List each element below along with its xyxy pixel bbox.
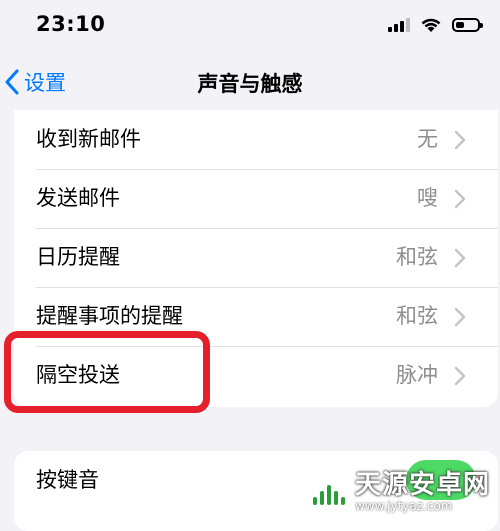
row-value: 无: [417, 127, 438, 151]
battery-icon: [452, 18, 483, 32]
chevron-right-icon: [454, 130, 466, 150]
status-icons: [388, 16, 483, 34]
highlight-box: [4, 331, 210, 413]
watermark-title: 天源安卓网: [354, 470, 490, 501]
chevron-right-icon: [454, 189, 466, 209]
row-value: 和弦: [396, 245, 438, 269]
row-value: 和弦: [396, 304, 438, 328]
row-label: 收到新邮件: [36, 127, 141, 151]
chevron-right-icon: [454, 307, 466, 327]
battery-level: [456, 22, 464, 28]
row-label: 日历提醒: [36, 245, 120, 269]
wifi-icon: [421, 18, 441, 32]
chevron-right-icon: [454, 366, 466, 386]
status-time: 23:10: [36, 12, 106, 36]
watermark-text: 天源安卓网 www.jytyaz.com: [355, 471, 490, 513]
row-value: 脉冲: [396, 363, 438, 387]
watermark-url: www.jytyaz.com: [354, 498, 453, 513]
sound-row-sent-mail[interactable]: 发送邮件 嗖: [14, 169, 498, 228]
nav-bar: 设置 声音与触感: [0, 56, 500, 108]
row-label: 发送邮件: [36, 186, 120, 210]
cellular-signal-icon: [388, 18, 410, 32]
sound-row-new-mail[interactable]: 收到新邮件 无: [14, 110, 498, 169]
row-value: 嗖: [417, 186, 438, 210]
row-label: 提醒事项的提醒: [36, 304, 183, 328]
page-title: 声音与触感: [197, 72, 303, 96]
chevron-right-icon: [454, 248, 466, 268]
row-label: 按键音: [36, 468, 99, 492]
sound-row-calendar-alerts[interactable]: 日历提醒 和弦: [14, 228, 498, 287]
watermark: 天源安卓网 www.jytyaz.com: [308, 471, 490, 513]
watermark-logo-icon: [308, 472, 349, 513]
status-bar: 23:10: [0, 0, 500, 52]
